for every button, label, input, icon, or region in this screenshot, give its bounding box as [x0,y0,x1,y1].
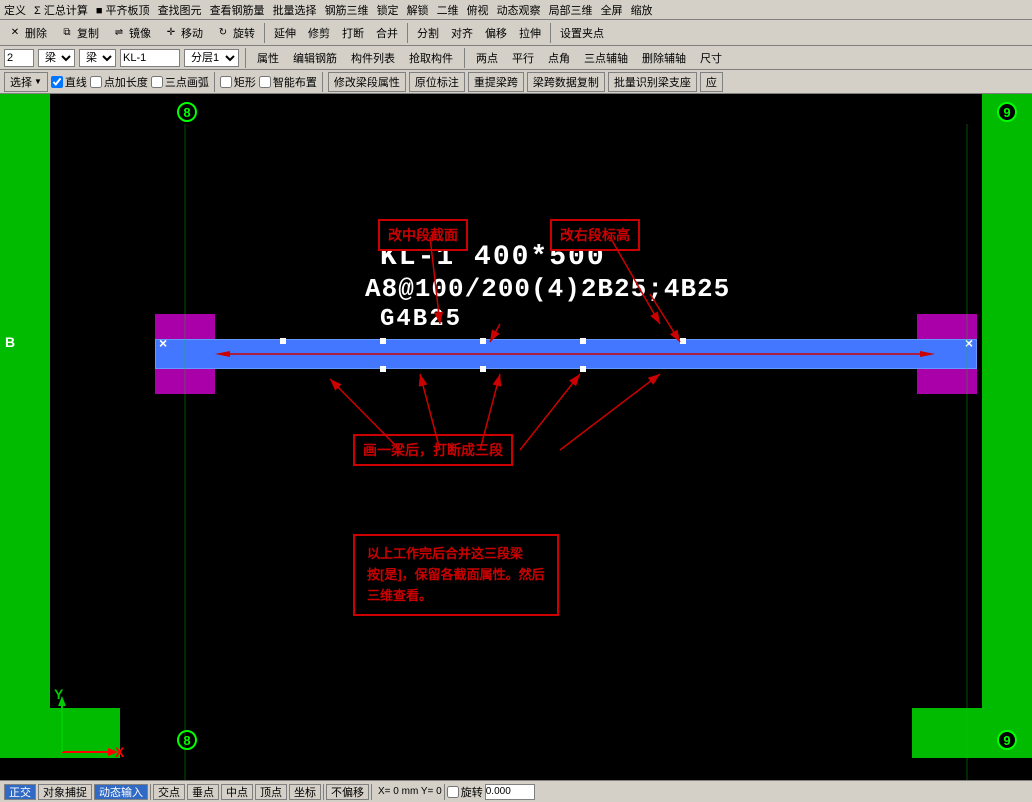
btn-trim[interactable]: 修剪 [303,22,335,44]
status-ortho[interactable]: 正交 [4,784,36,800]
coord-display: X= 0 mm Y= 0 [378,786,442,797]
menu-summary[interactable]: Σ 汇总计算 [34,2,88,18]
drawing-canvas[interactable]: 8 9 8 9 B × × K [0,94,1032,780]
status-dynamic-input[interactable]: 动态输入 [94,784,148,800]
type2-select[interactable]: 梁 [79,49,116,67]
check-straight-line[interactable]: 直线 [51,74,87,90]
menu-2d[interactable]: 二维 [437,2,459,18]
menu-unlock[interactable]: 解锁 [407,2,429,18]
btn-apply[interactable]: 应 [700,72,723,92]
btn-move[interactable]: ✛ 移动 [158,22,208,44]
btn-offset[interactable]: 偏移 [480,22,512,44]
btn-copy[interactable]: ⧉ 复制 [54,22,104,44]
btn-select[interactable]: 选择 ▼ [4,72,48,92]
prop-sep2 [464,48,465,68]
rotate-icon: ↻ [215,25,231,41]
sep1 [264,23,265,43]
btn-stretch[interactable]: 拉伸 [514,22,546,44]
btn-pick-component[interactable]: 抢取构件 [404,47,458,69]
btn-reextract-span[interactable]: 重提梁跨 [468,72,524,92]
rotation-checkbox[interactable] [447,786,459,798]
toolbar1: ✕ 删除 ⧉ 复制 ⇌ 镜像 ✛ 移动 ↻ 旋转 延伸 修剪 打断 合并 [0,20,1032,46]
delete-icon: ✕ [7,25,23,41]
sep3 [550,23,551,43]
btn-modify-beam-section[interactable]: 修改梁段属性 [328,72,406,92]
prop-sep1 [245,48,246,68]
btn-align[interactable]: 对齐 [446,22,478,44]
menubar: 定义 Σ 汇总计算 ■ 平齐板顶 查找图元 查看钢筋量 批量选择 钢筋三维 锁定… [0,0,1032,20]
toolbar2: 选择 ▼ 直线 点加长度 三点画弧 矩形 智能布置 修改梁段属性 原位标注 [0,70,1032,94]
check-smart-layout[interactable]: 智能布置 [259,74,317,90]
mirror-icon: ⇌ [111,25,127,41]
status-midpoint[interactable]: 中点 [221,784,253,800]
rotation-value-input[interactable] [485,784,535,800]
rotation-control: 旋转 [447,784,535,800]
menu-partial-3d[interactable]: 局部三维 [549,2,593,18]
status-intersection[interactable]: 交点 [153,784,185,800]
check-three-arc[interactable]: 三点画弧 [151,74,209,90]
canvas-svg: X Y [0,94,1032,780]
btn-break[interactable]: 打断 [337,22,369,44]
menu-fullscreen[interactable]: 全屏 [601,2,623,18]
status-sep1 [150,784,151,800]
type1-select[interactable]: 梁 [38,49,75,67]
menu-dynamic-view[interactable]: 动态观察 [497,2,541,18]
menu-find-elem[interactable]: 查找图元 [158,2,202,18]
status-endpoint[interactable]: 顶点 [255,784,287,800]
menu-define[interactable]: 定义 [4,2,26,18]
check-point-length[interactable]: 点加长度 [90,74,148,90]
copy-icon: ⧉ [59,25,75,41]
menu-batch-select[interactable]: 批量选择 [273,2,317,18]
main-layout: 定义 Σ 汇总计算 ■ 平齐板顶 查找图元 查看钢筋量 批量选择 钢筋三维 锁定… [0,0,1032,802]
btn-delete[interactable]: ✕ 删除 [2,22,52,44]
status-sep2 [323,784,324,800]
btn-extend[interactable]: 延伸 [269,22,301,44]
rotation-label: 旋转 [461,784,483,800]
layer-select[interactable]: 分层1 [184,49,239,67]
status-osnap[interactable]: 对象捕捉 [38,784,92,800]
status-no-offset[interactable]: 不偏移 [326,784,369,800]
btn-delete-aux[interactable]: 删除辅轴 [637,47,691,69]
btn-rotate[interactable]: ↻ 旋转 [210,22,260,44]
status-perpendicular[interactable]: 垂点 [187,784,219,800]
tb2-sep1 [214,72,215,92]
btn-two-point[interactable]: 两点 [471,47,503,69]
move-icon: ✛ [163,25,179,41]
btn-three-point-aux[interactable]: 三点辅轴 [579,47,633,69]
btn-set-grip[interactable]: 设置夹点 [555,22,609,44]
propbar: 梁 梁 分层1 属性 编辑钢筋 构件列表 抢取构件 两点 平行 点角 [0,46,1032,70]
btn-component-list[interactable]: 构件列表 [346,47,400,69]
menu-align-top[interactable]: ■ 平齐板顶 [96,2,150,18]
dropdown-icon: ▼ [34,77,42,86]
btn-properties[interactable]: 属性 [252,47,284,69]
btn-split[interactable]: 分割 [412,22,444,44]
tb2-sep2 [322,72,323,92]
btn-mirror[interactable]: ⇌ 镜像 [106,22,156,44]
status-coord[interactable]: 坐标 [289,784,321,800]
element-name-input[interactable] [120,49,180,67]
menu-lock[interactable]: 锁定 [377,2,399,18]
svg-text:X: X [115,744,125,760]
menu-view-rebar[interactable]: 查看钢筋量 [210,2,265,18]
btn-point-angle[interactable]: 点角 [543,47,575,69]
btn-edit-rebar[interactable]: 编辑钢筋 [288,47,342,69]
check-rect[interactable]: 矩形 [220,74,256,90]
status-sep4 [444,784,445,800]
menu-top-view[interactable]: 俯视 [467,2,489,18]
svg-text:Y: Y [54,686,64,702]
btn-span-copy[interactable]: 梁跨数据复制 [527,72,605,92]
layer-num-input[interactable] [4,49,34,67]
btn-merge[interactable]: 合并 [371,22,403,44]
status-sep3 [371,784,372,800]
btn-dimension[interactable]: 尺寸 [695,47,727,69]
menu-zoom[interactable]: 缩放 [631,2,653,18]
statusbar: 正交 对象捕捉 动态输入 交点 垂点 中点 顶点 坐标 不偏移 X= 0 mm … [0,780,1032,802]
btn-original-mark[interactable]: 原位标注 [409,72,465,92]
btn-batch-identify-support[interactable]: 批量识别梁支座 [608,72,697,92]
btn-parallel[interactable]: 平行 [507,47,539,69]
sep2 [407,23,408,43]
menu-rebar-3d[interactable]: 钢筋三维 [325,2,369,18]
